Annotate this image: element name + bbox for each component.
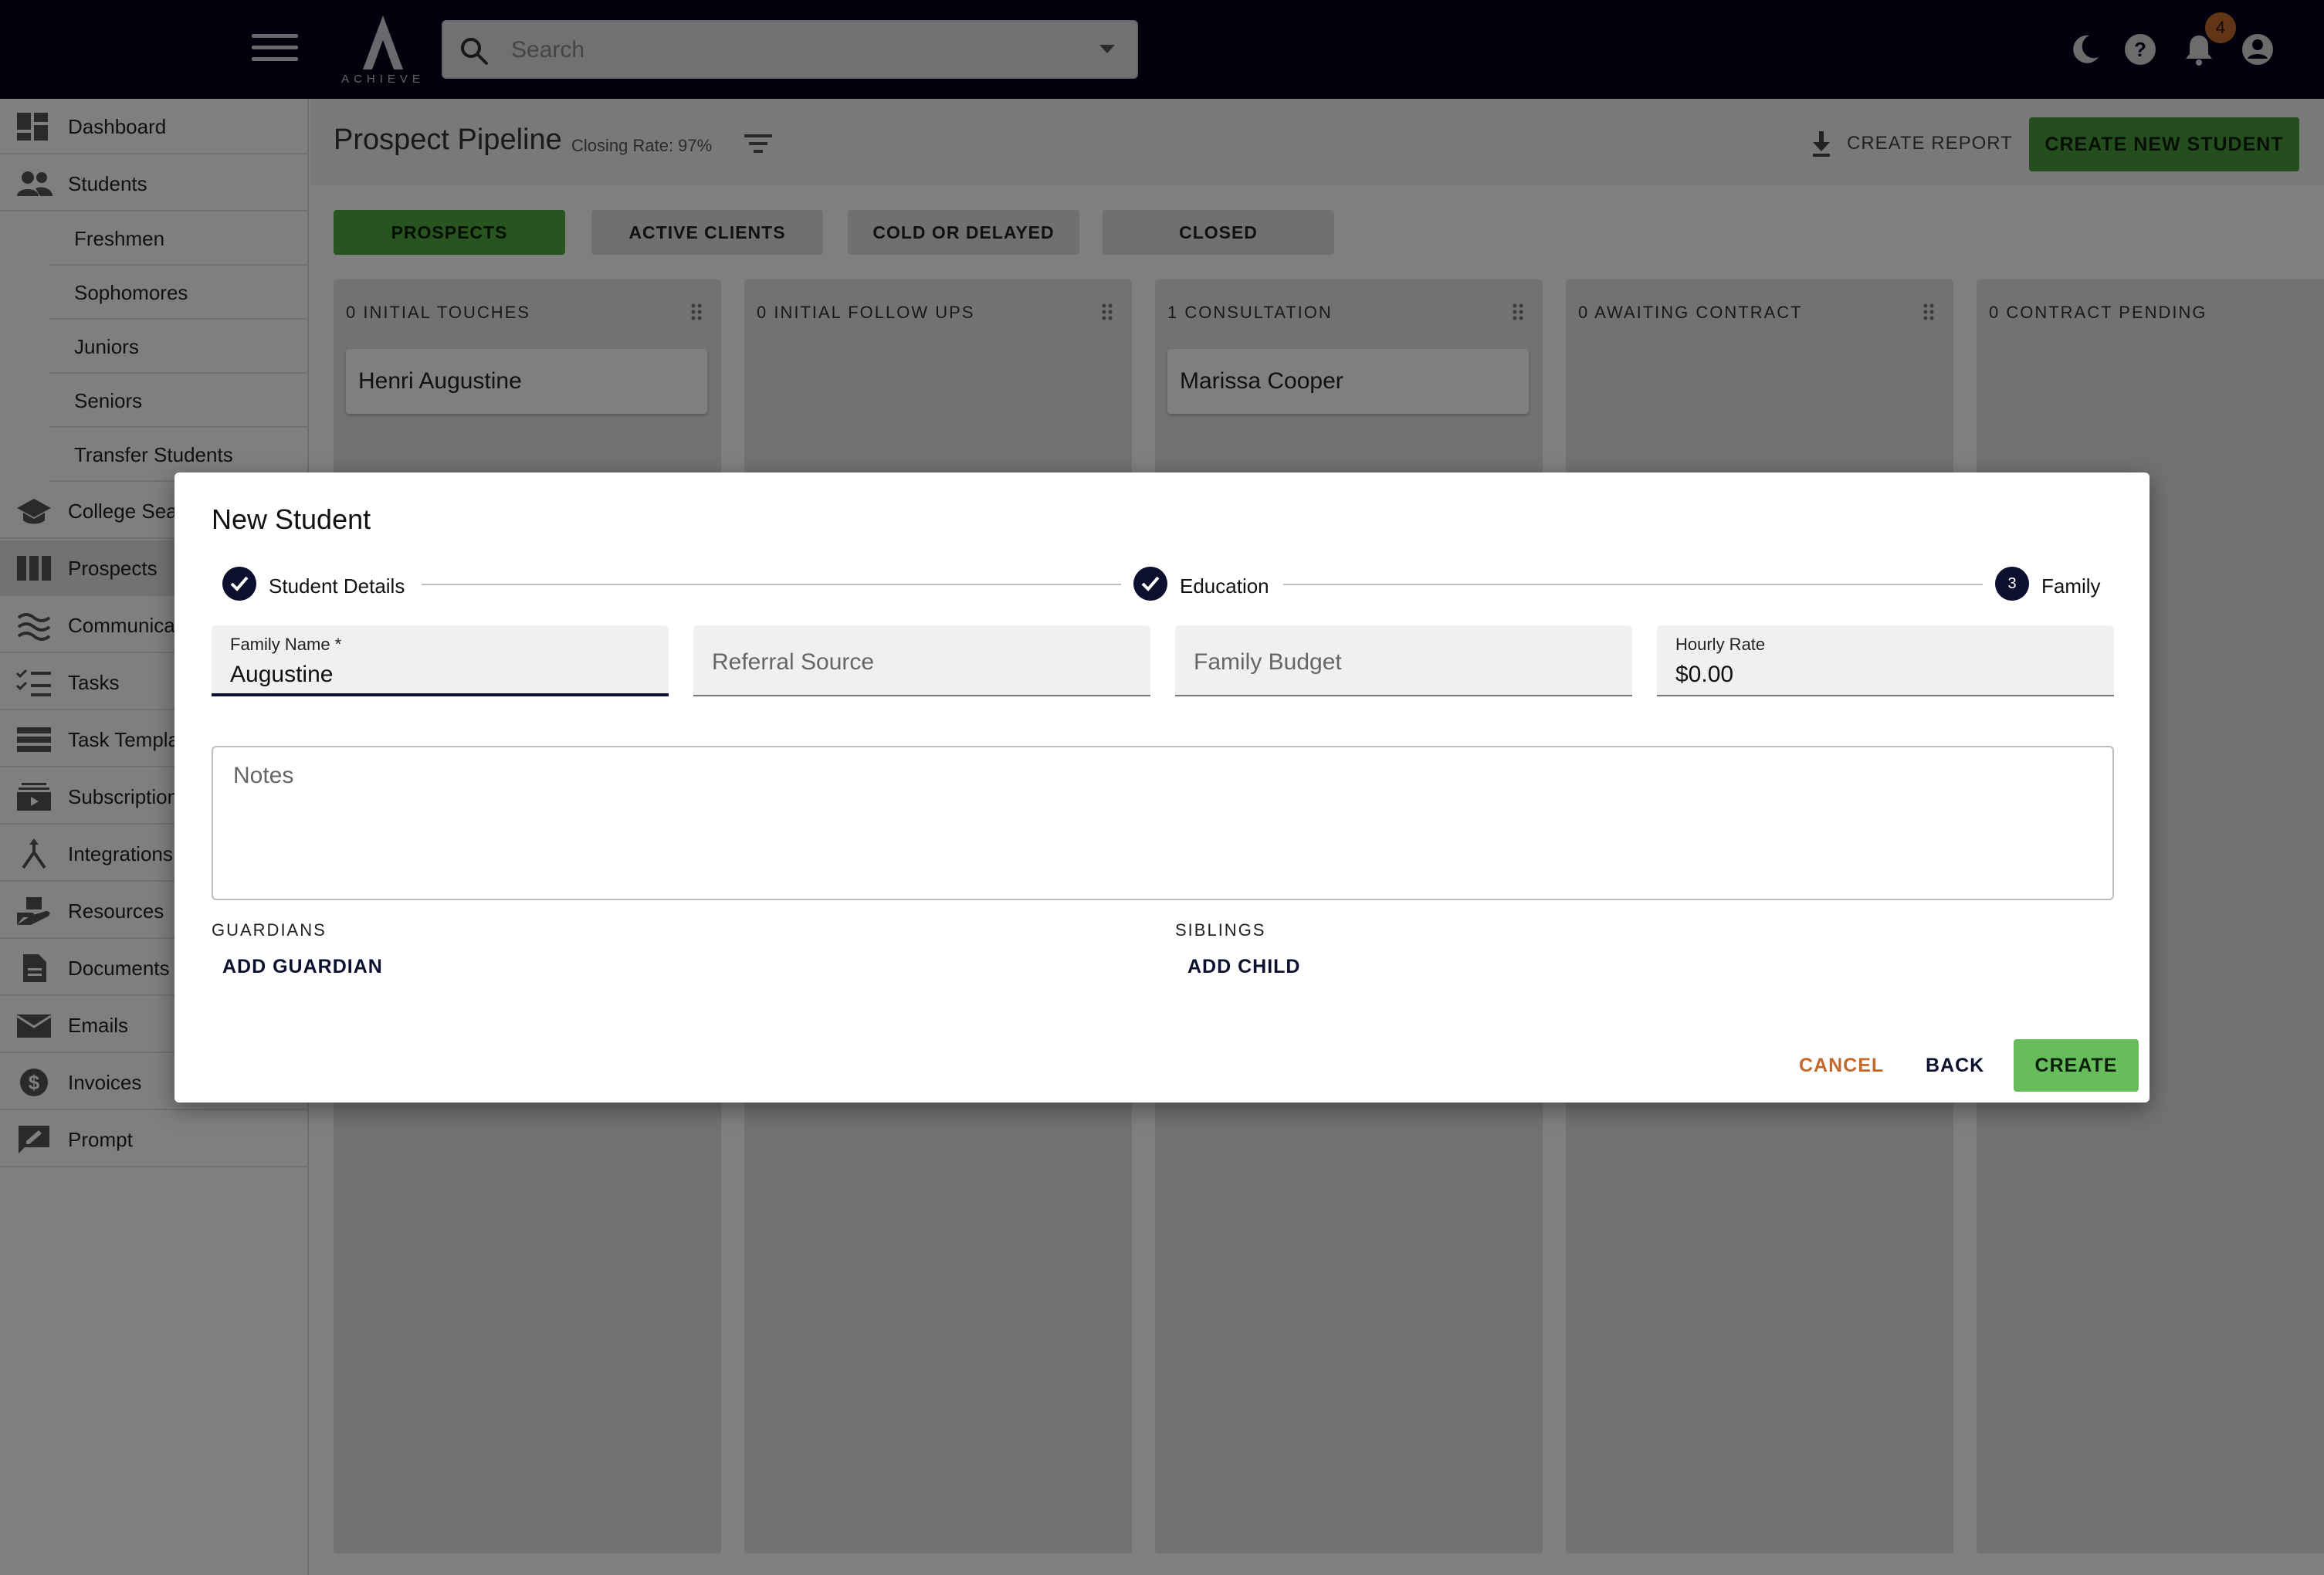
cancel-button[interactable]: CANCEL <box>1799 1055 1884 1077</box>
hourly-rate-field[interactable]: Hourly Rate <box>1657 625 2114 696</box>
hourly-rate-label: Hourly Rate <box>1675 635 1766 654</box>
notes-textarea[interactable] <box>212 746 2114 900</box>
check-icon <box>230 576 249 591</box>
step-connector <box>1283 584 1983 585</box>
step-label: Education <box>1180 574 1269 598</box>
new-student-dialog: New Student Student Details Education 3 … <box>174 472 2150 1102</box>
create-button[interactable]: CREATE <box>2014 1039 2139 1092</box>
step-complete-indicator <box>1133 567 1167 601</box>
step-label: Student Details <box>269 574 405 598</box>
guardians-heading: GUARDIANS <box>212 920 327 940</box>
hourly-rate-input[interactable] <box>1675 659 2092 690</box>
siblings-heading: SIBLINGS <box>1175 920 1266 940</box>
dialog-title: New Student <box>212 503 371 535</box>
family-name-label: Family Name * <box>230 635 342 654</box>
referral-source-input[interactable] <box>712 647 1129 678</box>
step-complete-indicator <box>222 567 256 601</box>
family-budget-input[interactable] <box>1194 647 1611 678</box>
referral-source-field[interactable] <box>693 625 1150 696</box>
step-label: Family <box>2041 574 2101 598</box>
add-guardian-button[interactable]: ADD GUARDIAN <box>222 956 383 978</box>
step-connector <box>422 584 1121 585</box>
check-icon <box>1141 576 1160 591</box>
back-button[interactable]: BACK <box>1926 1055 1984 1077</box>
family-budget-field[interactable] <box>1175 625 1632 696</box>
family-name-field[interactable]: Family Name * <box>212 625 669 696</box>
add-child-button[interactable]: ADD CHILD <box>1187 956 1301 978</box>
step-number-indicator: 3 <box>1995 567 2029 601</box>
family-name-input[interactable] <box>230 659 647 690</box>
